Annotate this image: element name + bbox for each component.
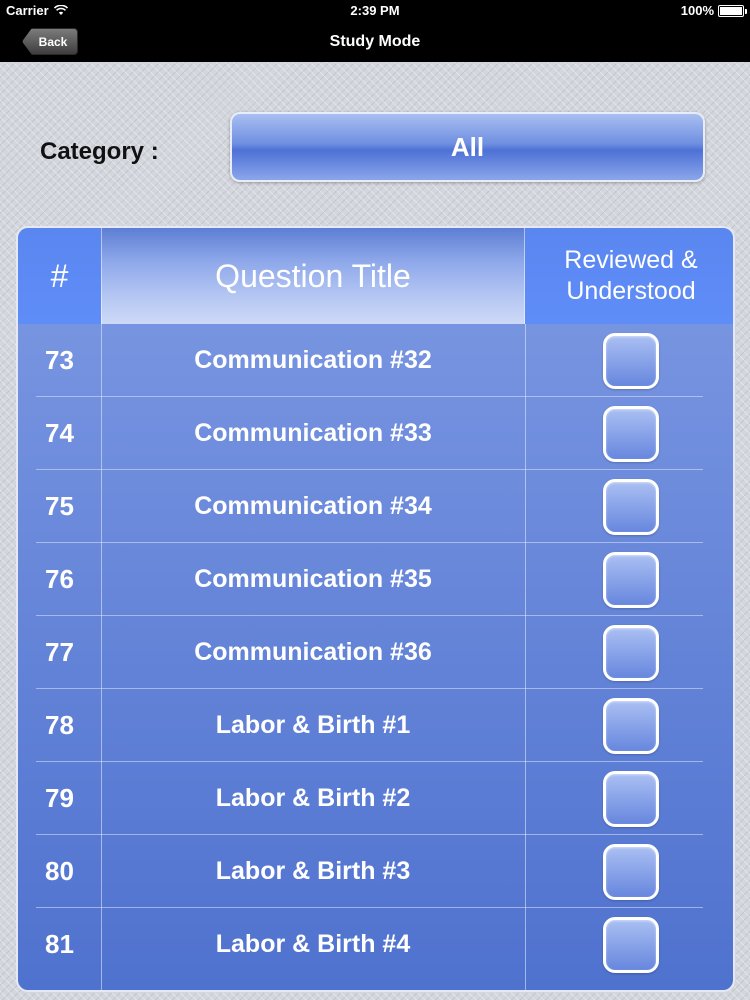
category-label: Category : [40,138,159,165]
table-row[interactable]: 79 Labor & Birth #2 [18,762,733,835]
category-select-button[interactable]: All [230,112,705,182]
table-row[interactable]: 74 Communication #33 [18,397,733,470]
reviewed-cell [525,470,733,543]
table-row[interactable]: 78 Labor & Birth #1 [18,689,733,762]
table-row[interactable]: 80 Labor & Birth #3 [18,835,733,908]
status-time: 2:39 PM [350,3,400,18]
row-number: 80 [45,856,74,886]
reviewed-checkbox[interactable] [603,551,659,608]
question-title[interactable]: Communication #33 [101,397,525,470]
reviewed-cell [525,616,733,689]
column-header-title: Question Title [101,228,525,324]
reviewed-checkbox[interactable] [603,405,659,462]
table-row[interactable]: 76 Communication #35 [18,543,733,616]
row-number: 78 [45,710,74,740]
reviewed-checkbox[interactable] [603,770,659,827]
question-title[interactable]: Labor & Birth #2 [101,762,525,835]
reviewed-checkbox[interactable] [603,843,659,900]
reviewed-cell [525,908,733,981]
reviewed-checkbox[interactable] [603,624,659,681]
reviewed-cell [525,762,733,835]
row-number: 79 [45,783,74,813]
reviewed-cell [525,689,733,762]
row-number: 75 [45,491,74,521]
battery-icon [718,4,747,17]
row-number: 74 [45,418,74,448]
question-title[interactable]: Labor & Birth #3 [101,835,525,908]
question-title[interactable]: Communication #35 [101,543,525,616]
status-bar: Carrier 2:39 PM 100% [0,0,750,22]
question-title[interactable]: Labor & Birth #1 [101,689,525,762]
row-number: 81 [45,929,74,959]
page-title: Study Mode [329,33,421,50]
table-row[interactable]: 81 Labor & Birth #4 [18,908,733,981]
reviewed-checkbox[interactable] [603,332,659,389]
row-number: 73 [45,345,74,375]
row-number: 77 [45,637,74,667]
reviewed-checkbox[interactable] [603,916,659,973]
question-title[interactable]: Communication #36 [101,616,525,689]
battery-percent: 100% [680,3,714,18]
navigation-bar: Back Study Mode [0,22,750,62]
row-number: 76 [45,564,74,594]
reviewed-checkbox[interactable] [603,478,659,535]
reviewed-cell [525,397,733,470]
question-title[interactable]: Communication #34 [101,470,525,543]
table-row[interactable]: 73 Communication #32 [18,324,733,397]
reviewed-checkbox[interactable] [603,697,659,754]
question-title[interactable]: Labor & Birth #4 [101,908,525,981]
table-header: # Question Title Reviewed & Understood [18,228,733,324]
table-row[interactable]: 77 Communication #36 [18,616,733,689]
reviewed-cell [525,543,733,616]
questions-table: # Question Title Reviewed & Understood 7… [16,226,735,992]
reviewed-cell [525,324,733,397]
battery-indicator: 100% [680,3,747,18]
reviewed-cell [525,835,733,908]
table-row[interactable]: 75 Communication #34 [18,470,733,543]
column-header-number: # [18,228,101,324]
column-header-reviewed: Reviewed & Understood [525,228,733,324]
question-title[interactable]: Communication #32 [101,324,525,397]
